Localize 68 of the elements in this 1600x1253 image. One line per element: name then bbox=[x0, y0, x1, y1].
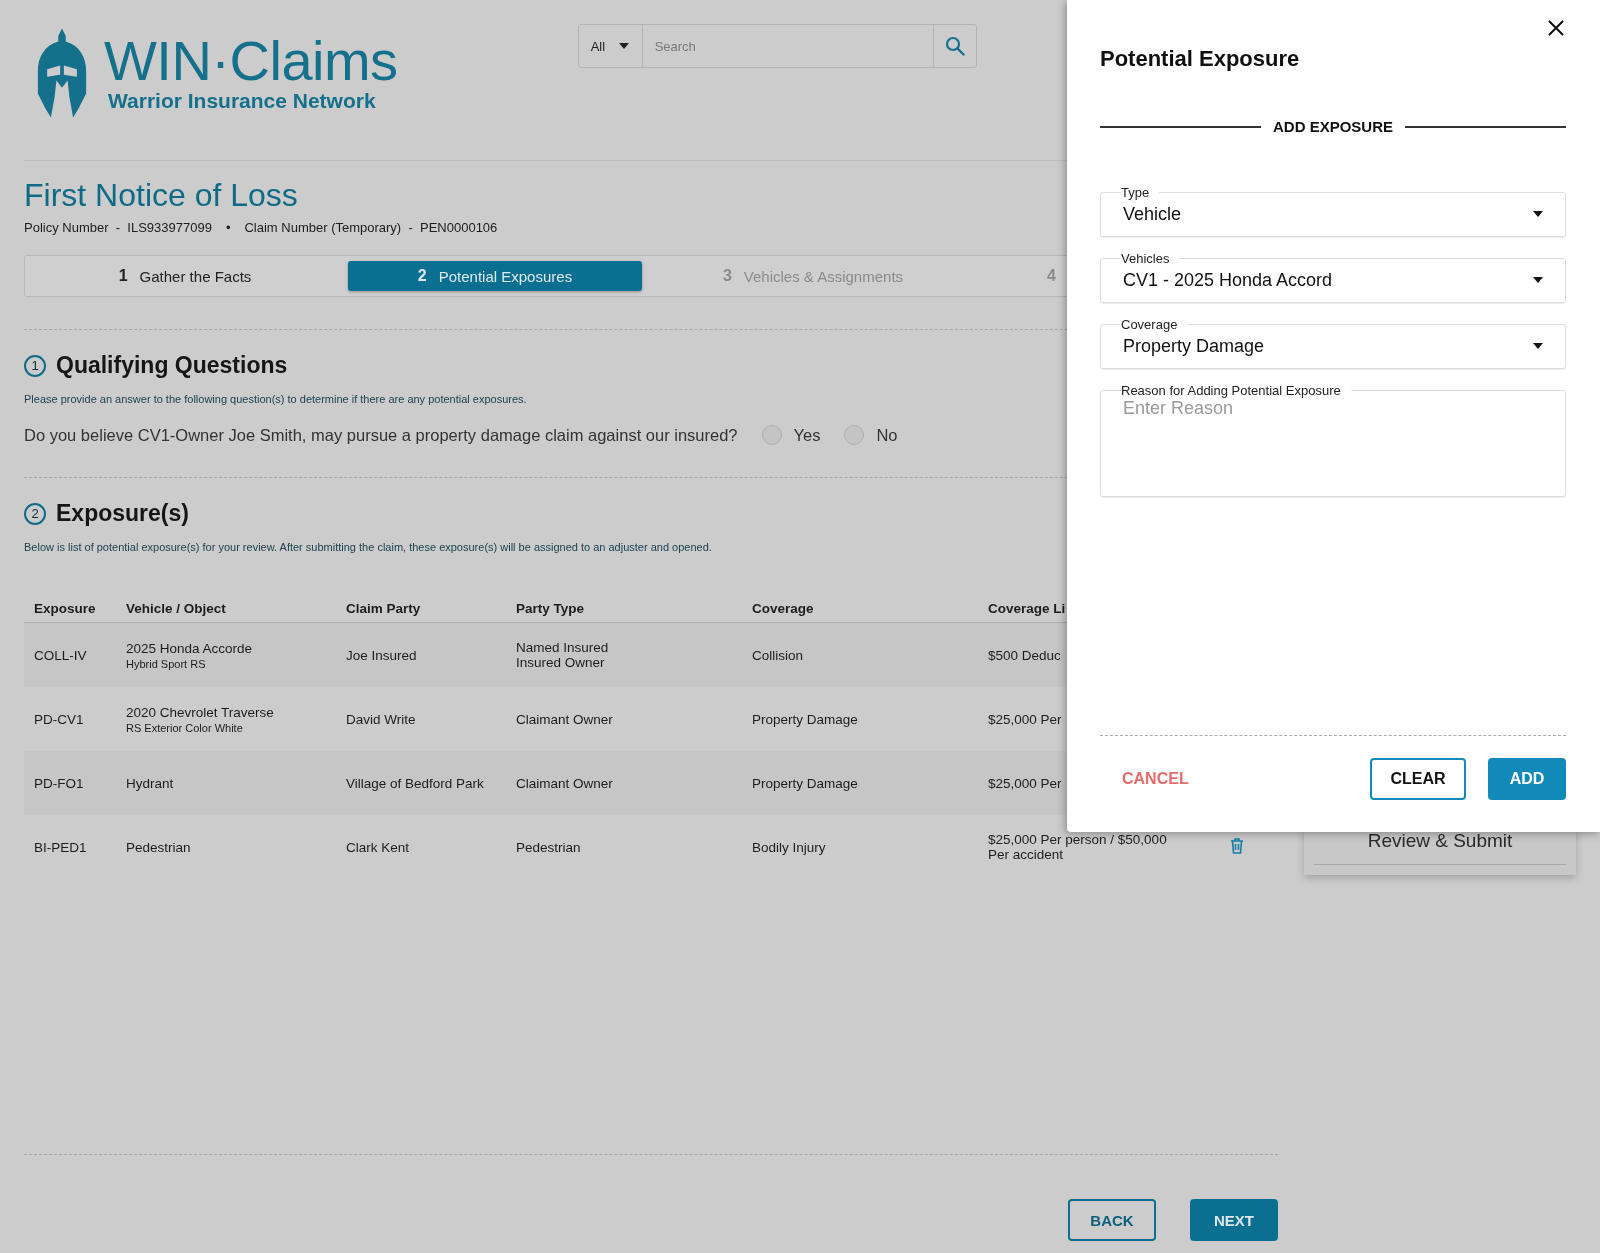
page-title: First Notice of Loss bbox=[24, 177, 298, 214]
table-cell: David Write bbox=[346, 711, 416, 727]
table-cell: Joe Insured bbox=[346, 647, 417, 663]
nav-button[interactable]: BACK bbox=[1068, 1199, 1156, 1241]
table-cell-text: 2025 Honda Accorde bbox=[126, 640, 254, 656]
table-cell: Clark Kent bbox=[346, 839, 410, 855]
table-cell-text: $25,000 Per person / $50,000 Per accident bbox=[988, 832, 1168, 862]
select-field[interactable]: Type Vehicle bbox=[1100, 185, 1566, 237]
table-cell-text: 2020 Chevrolet Traverse bbox=[126, 704, 275, 720]
column-header: Vehicle / Object bbox=[116, 595, 336, 623]
table-cell: Collision bbox=[752, 647, 804, 663]
panel-button[interactable]: ADD bbox=[1488, 758, 1566, 800]
table-cell: $500 Deduc bbox=[988, 647, 1061, 663]
table-cell: Bodily Injury bbox=[752, 839, 826, 855]
section-number: 2 bbox=[24, 502, 46, 525]
radio-button[interactable] bbox=[761, 425, 782, 445]
select-field[interactable]: Vehicles CV1 - 2025 Honda Accord bbox=[1100, 251, 1566, 303]
column-header: Claim Party bbox=[336, 595, 506, 623]
table-cell: COLL-IV bbox=[34, 647, 87, 663]
column-header: Party Type bbox=[506, 595, 742, 623]
meta-separator: • bbox=[225, 220, 231, 235]
side-card-label[interactable]: Review & Submit bbox=[1367, 830, 1513, 852]
radio-label: Yes bbox=[793, 425, 821, 445]
section-number: 1 bbox=[24, 354, 46, 377]
table-cell: $25,000 Per bbox=[988, 711, 1062, 727]
nav-button[interactable]: NEXT bbox=[1190, 1199, 1278, 1241]
claim-meta-text: Policy Number - ILS933977099 bbox=[24, 220, 212, 235]
section-heading: ADD EXPOSURE bbox=[1273, 118, 1393, 135]
question-text: Do you believe CV1-Owner Joe Smith, may pursue a property damage claim against our insured? bbox=[24, 425, 738, 445]
caret-icon bbox=[1533, 343, 1543, 349]
close-icon bbox=[1548, 20, 1564, 36]
table-cell: Property Damage bbox=[752, 711, 858, 727]
section-title: Exposure(s) bbox=[56, 500, 189, 527]
section-title: Qualifying Questions bbox=[56, 352, 288, 379]
table-cell: Property Damage bbox=[752, 775, 858, 791]
reason-field[interactable]: Reason for Adding Potential Exposure Enter Reason bbox=[1100, 383, 1566, 497]
section-description: Below is list of potential exposure(s) for your review. After submitting the claim, these exposure(s) will be assigned to an adjuster and opened. bbox=[24, 541, 712, 553]
step-tab[interactable]: 1 Gather the Facts bbox=[98, 261, 272, 291]
table-cell-text: Hydrant bbox=[126, 775, 175, 791]
table-cell-text: Named Insured bbox=[516, 640, 610, 655]
close-button[interactable] bbox=[1546, 18, 1566, 38]
column-header: Coverage bbox=[742, 595, 978, 623]
logo-title: WIN·Claims bbox=[104, 33, 398, 89]
logo-subtitle: Warrior Insurance Network bbox=[108, 89, 377, 113]
panel-button[interactable]: CLEAR bbox=[1370, 758, 1466, 800]
table-cell-text: Claimant Owner bbox=[516, 711, 614, 727]
caret-icon bbox=[1533, 277, 1543, 283]
table-cell-text: Pedestrian bbox=[516, 839, 582, 855]
trash-icon[interactable] bbox=[1230, 837, 1244, 854]
radio-button[interactable] bbox=[844, 425, 865, 445]
claim-meta-text: Claim Number (Temporary) - PEN0000106 bbox=[244, 220, 498, 235]
select-field[interactable]: Coverage Property Damage bbox=[1100, 317, 1566, 369]
step-tab[interactable]: 2 Potential Exposures bbox=[348, 261, 642, 291]
column-header: Exposure bbox=[24, 595, 116, 623]
vehicle-detail: RS Exterior Color White bbox=[126, 721, 244, 734]
table-cell: $25,000 Per bbox=[988, 775, 1062, 791]
caret-icon bbox=[1533, 211, 1543, 217]
table-cell: Village of Bedford Park bbox=[346, 775, 484, 791]
radio-label: No bbox=[876, 425, 898, 445]
table-cell: PD-FO1 bbox=[34, 775, 84, 791]
panel-title: Potential Exposure bbox=[1100, 46, 1301, 72]
section-description: Please provide an answer to the following question(s) to determine if there are any potential exposures. bbox=[24, 393, 527, 405]
table-cell: PD-CV1 bbox=[34, 711, 84, 727]
table-cell-text: Pedestrian bbox=[126, 839, 192, 855]
table-cell-text: Claimant Owner bbox=[516, 775, 614, 791]
table-cell-text: Insured Owner bbox=[516, 655, 606, 670]
vehicle-detail: Hybrid Sport RS bbox=[126, 657, 207, 670]
table-cell: BI-PED1 bbox=[34, 839, 87, 855]
